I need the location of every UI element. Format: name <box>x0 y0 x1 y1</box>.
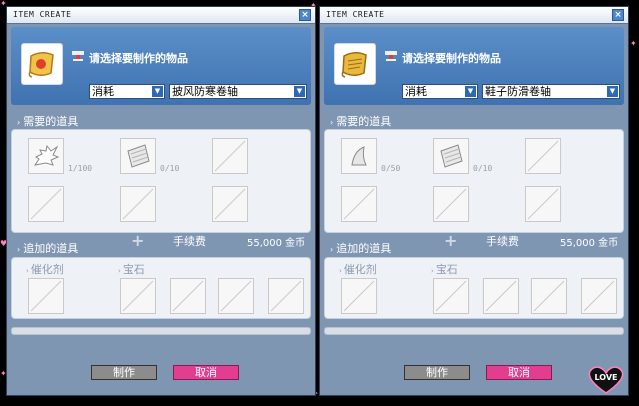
item-select[interactable]: 鞋子防滑卷轴 ▼ <box>482 84 620 99</box>
recipe-header: 请选择要制作的物品 消耗 ▼ 披风防寒卷轴 ▼ <box>11 27 311 105</box>
item-value: 披风防寒卷轴 <box>172 85 238 98</box>
required-items-label: › 需要的道具 <box>17 115 79 128</box>
gem-slot-4[interactable] <box>268 278 304 314</box>
material-slot-2[interactable] <box>120 138 156 174</box>
chevron-down-icon[interactable]: ▼ <box>152 86 163 97</box>
cloth-icon <box>127 144 150 168</box>
feather-icon <box>33 144 60 166</box>
material-count-2: 0/10 <box>160 164 180 173</box>
header-title: 请选择要制作的物品 <box>402 52 501 65</box>
sparkle-decor: ✦ <box>630 39 637 48</box>
material-count-1: 0/50 <box>381 164 401 173</box>
gem-slot-2[interactable] <box>170 278 206 314</box>
material-slot-empty[interactable] <box>433 186 469 222</box>
chevron-down-icon[interactable]: ▼ <box>294 86 305 97</box>
material-count-2: 0/10 <box>473 164 493 173</box>
catalyst-label: › 催化剂 <box>339 263 377 276</box>
love-badge: LOVE <box>584 364 628 394</box>
header-title: 请选择要制作的物品 <box>89 52 188 65</box>
cancel-button[interactable]: 取消 <box>486 365 552 380</box>
result-item-icon <box>334 43 376 85</box>
category-value: 消耗 <box>405 85 427 98</box>
gem-slot-1[interactable] <box>433 278 469 314</box>
fee-value: 55,000 金币 <box>247 238 306 249</box>
gem-label: › 宝石 <box>118 263 145 276</box>
required-items-panel: 1/100 0/10 <box>11 129 311 233</box>
gem-slot-4[interactable] <box>581 278 617 314</box>
love-text: LOVE <box>594 373 618 382</box>
fee-label: 手续费 <box>486 235 519 248</box>
material-slot-1[interactable] <box>341 138 377 174</box>
chevron-down-icon[interactable]: ▼ <box>607 86 618 97</box>
fee-value: 55,000 金币 <box>560 238 619 249</box>
plus-icon: + <box>444 231 458 250</box>
title-bar[interactable]: ITEM CREATE × <box>320 7 628 24</box>
item-value: 鞋子防滑卷轴 <box>485 85 551 98</box>
gem-slot-1[interactable] <box>120 278 156 314</box>
material-slot-empty[interactable] <box>341 186 377 222</box>
catalyst-label: › 催化剂 <box>26 263 64 276</box>
extra-items-panel: › 催化剂 › 宝石 <box>324 257 624 319</box>
category-select[interactable]: 消耗 ▼ <box>89 84 165 99</box>
material-slot-empty[interactable] <box>28 186 64 222</box>
cancel-button[interactable]: 取消 <box>173 365 239 380</box>
extra-items-label: › 追加的道具 <box>17 242 79 255</box>
gem-slot-2[interactable] <box>483 278 519 314</box>
make-button[interactable]: 制作 <box>91 365 157 380</box>
required-items-panel: 0/50 0/10 <box>324 129 624 233</box>
item-select[interactable]: 披风防寒卷轴 ▼ <box>169 84 307 99</box>
material-slot-2[interactable] <box>433 138 469 174</box>
gem-label: › 宝石 <box>431 263 458 276</box>
plus-icon: + <box>131 231 145 250</box>
horn-icon <box>351 146 367 166</box>
material-slot-empty[interactable] <box>120 186 156 222</box>
item-create-window-right: ITEM CREATE × 请选择要制作的物品 消耗 ▼ 鞋子防滑卷轴 ▼ › 需… <box>319 6 629 396</box>
window-title: ITEM CREATE <box>326 10 385 19</box>
item-create-window-left: ITEM CREATE × 请选择要制作的物品 消耗 ▼ 披风防寒卷轴 ▼ › 需… <box>6 6 316 396</box>
anvil-icon <box>72 51 84 61</box>
title-bar[interactable]: ITEM CREATE × <box>7 7 315 24</box>
required-items-label: › 需要的道具 <box>330 115 392 128</box>
material-slot-1[interactable] <box>28 138 64 174</box>
window-title: ITEM CREATE <box>13 10 72 19</box>
extra-items-label: › 追加的道具 <box>330 242 392 255</box>
material-count-1: 1/100 <box>68 164 93 173</box>
fee-label: 手续费 <box>173 235 206 248</box>
gem-slot-3[interactable] <box>531 278 567 314</box>
category-value: 消耗 <box>92 85 114 98</box>
chevron-down-icon[interactable]: ▼ <box>465 86 476 97</box>
catalyst-slot[interactable] <box>341 278 377 314</box>
material-slot-empty[interactable] <box>525 138 561 174</box>
progress-bar <box>324 327 624 335</box>
close-icon[interactable]: × <box>299 9 311 21</box>
make-button[interactable]: 制作 <box>404 365 470 380</box>
category-select[interactable]: 消耗 ▼ <box>402 84 478 99</box>
progress-bar <box>11 327 311 335</box>
material-slot-empty[interactable] <box>525 186 561 222</box>
gem-slot-3[interactable] <box>218 278 254 314</box>
recipe-header: 请选择要制作的物品 消耗 ▼ 鞋子防滑卷轴 ▼ <box>324 27 624 105</box>
material-slot-empty[interactable] <box>212 138 248 174</box>
close-icon[interactable]: × <box>612 9 624 21</box>
material-slot-empty[interactable] <box>212 186 248 222</box>
extra-items-panel: › 催化剂 › 宝石 <box>11 257 311 319</box>
anvil-icon <box>385 51 397 61</box>
catalyst-slot[interactable] <box>28 278 64 314</box>
result-item-icon <box>21 43 63 85</box>
cloth-icon <box>440 144 463 168</box>
